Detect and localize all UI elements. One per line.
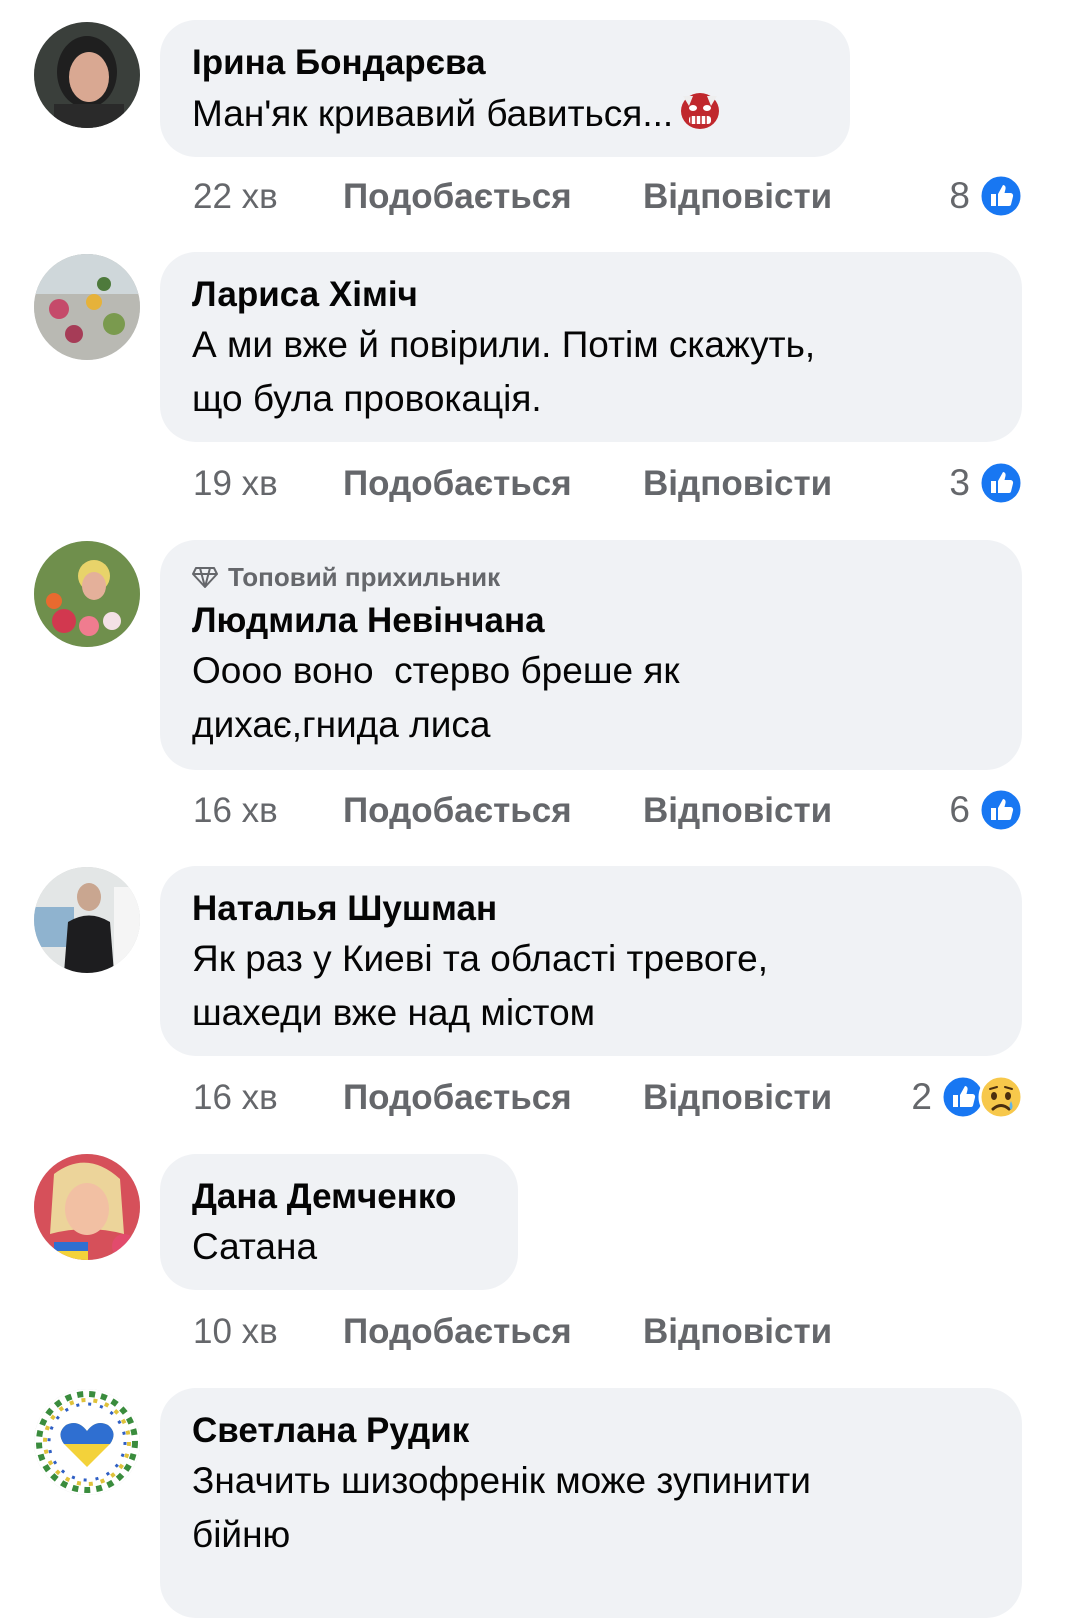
reaction-summary[interactable]: 6	[949, 787, 1024, 833]
comment-author[interactable]: Людмила Невінчана	[192, 598, 992, 644]
reaction-summary[interactable]: 8	[949, 173, 1024, 219]
comment-text: Сатана	[192, 1226, 318, 1267]
reaction-count: 8	[949, 175, 970, 216]
avatar[interactable]	[34, 254, 140, 360]
comment-time[interactable]: 10 хв	[193, 1312, 343, 1352]
like-button[interactable]: Подобається	[343, 791, 643, 831]
comment-time[interactable]: 16 хв	[193, 1078, 343, 1118]
like-button[interactable]: Подобається	[343, 1312, 643, 1352]
reply-button[interactable]: Відповісти	[643, 1078, 832, 1118]
like-icon	[978, 787, 1024, 833]
comment-text: Значить шизофренік може зупинити бійню	[192, 1460, 811, 1555]
reply-button[interactable]: Відповісти	[643, 464, 832, 504]
reaction-summary[interactable]: 2	[911, 1074, 1024, 1120]
top-fan-label: Топовий прихильник	[228, 561, 501, 592]
comment-bubble: Ірина Бондарєва Ман'як кривавий бавиться…	[160, 20, 850, 157]
comment-author[interactable]: Ірина Бондарєва	[192, 40, 820, 86]
reply-button[interactable]: Відповісти	[643, 791, 832, 831]
comment-author[interactable]: Наталья Шушман	[192, 886, 992, 932]
ogre-emoji-icon	[677, 86, 723, 147]
comment-text-content: Ман'як кривавий бавиться...	[192, 93, 674, 134]
like-button[interactable]: Подобається	[343, 464, 643, 504]
reaction-summary[interactable]: 3	[949, 460, 1024, 506]
diamond-icon	[192, 566, 218, 588]
comment-actions: 22 хв Подобається Відповісти	[193, 174, 832, 220]
top-fan-badge: Топовий прихильник	[192, 560, 992, 594]
comment-time[interactable]: 16 хв	[193, 791, 343, 831]
avatar[interactable]	[34, 541, 140, 647]
comment-actions: 10 хв Подобається Відповісти	[193, 1309, 832, 1355]
comment-bubble: Дана Демченко Сатана	[160, 1154, 518, 1290]
comment-author[interactable]: Дана Демченко	[192, 1174, 488, 1220]
comment-actions: 19 хв Подобається Відповісти	[193, 461, 832, 507]
avatar[interactable]	[34, 1154, 140, 1260]
sad-icon	[978, 1074, 1024, 1120]
avatar[interactable]	[34, 22, 140, 128]
comment-bubble: Лариса Хіміч А ми вже й повірили. Потім …	[160, 252, 1022, 442]
comment-actions: 16 хв Подобається Відповісти	[193, 1075, 832, 1121]
reaction-count: 3	[949, 462, 970, 503]
reaction-count: 6	[949, 789, 970, 830]
comment-text: Як раз у Киеві та області тревоге, шахед…	[192, 938, 768, 1033]
comment-text: А ми вже й повірили. Потім скажуть, що б…	[192, 324, 816, 419]
avatar[interactable]	[34, 867, 140, 973]
like-icon	[978, 173, 1024, 219]
comment-text: Ман'як кривавий бавиться...	[192, 86, 820, 147]
comment-time[interactable]: 19 хв	[193, 464, 343, 504]
like-button[interactable]: Подобається	[343, 177, 643, 217]
comment-author[interactable]: Светлана Рудик	[192, 1408, 992, 1454]
reaction-count: 2	[911, 1076, 932, 1117]
avatar[interactable]	[34, 1389, 140, 1495]
comment-actions: 16 хв Подобається Відповісти	[193, 788, 832, 834]
comment-author[interactable]: Лариса Хіміч	[192, 272, 992, 318]
comment-text: Оооо воно стерво бреше як дихає,гнида ли…	[192, 650, 680, 745]
comment-time[interactable]: 22 хв	[193, 177, 343, 217]
comment-bubble: Топовий прихильник Людмила Невінчана Ооо…	[160, 540, 1022, 770]
comment-bubble: Наталья Шушман Як раз у Киеві та області…	[160, 866, 1022, 1056]
like-button[interactable]: Подобається	[343, 1078, 643, 1118]
reply-button[interactable]: Відповісти	[643, 1312, 832, 1352]
comment-bubble: Светлана Рудик Значить шизофренік може з…	[160, 1388, 1022, 1618]
reply-button[interactable]: Відповісти	[643, 177, 832, 217]
like-icon	[978, 460, 1024, 506]
